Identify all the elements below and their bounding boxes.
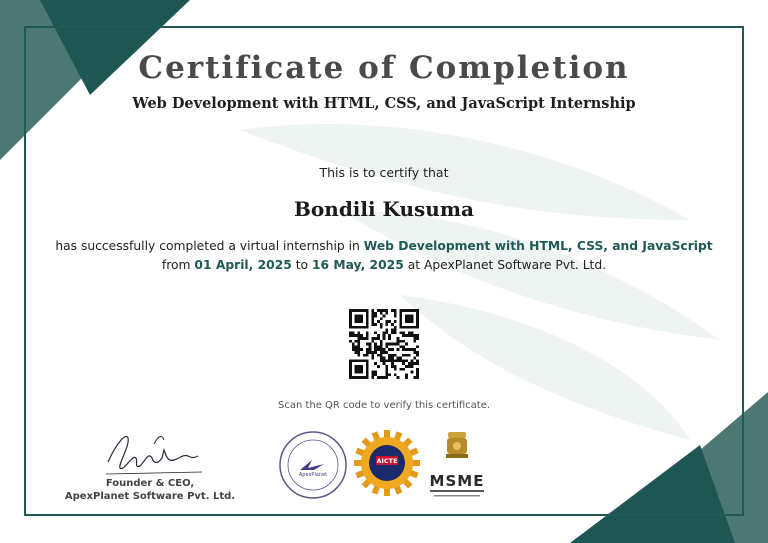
completion-text: has successfully completed a virtual int… [55,239,364,253]
certificate-title: Certificate of Completion [138,50,630,86]
program-name: Web Development with HTML, CSS, and Java… [363,239,713,253]
from-text: from [161,258,195,272]
date-line: from 01 April, 2025 to 16 May, 2025 at A… [0,258,768,272]
signature-caption: Founder & CEO, ApexPlanet Software Pvt. … [60,477,240,503]
to-text: to [291,258,312,272]
aicte-logo: AICTE [354,430,420,496]
apexplanet-brand-text: ApexPlanet [299,472,327,478]
aicte-label-text: AICTE [376,457,397,465]
msme-label-text: MSME [430,472,485,490]
signature-role: Founder & CEO, [105,478,195,489]
founder-signature [105,435,203,475]
certify-text: This is to certify that [319,165,449,180]
scan-instruction: Scan the QR code to verify this certific… [277,400,491,411]
completion-line: has successfully completed a virtual int… [0,239,768,253]
company-text: at ApexPlanet Software Pvt. Ltd. [403,258,607,272]
certificate-page: Certificate of Completion Web Developmen… [0,0,768,543]
end-date: 16 May, 2025 [311,258,404,272]
msme-logo: MSME [430,432,485,497]
certificate-subtitle: Web Development with HTML, CSS, and Java… [132,95,636,112]
start-date: 01 April, 2025 [194,258,292,272]
apexplanet-seal-logo: ApexPlanet [279,431,347,499]
signature-company: ApexPlanet Software Pvt. Ltd. [64,491,236,502]
verification-qr-code[interactable] [349,309,419,379]
recipient-name: Bondili Kusuma [294,197,474,221]
